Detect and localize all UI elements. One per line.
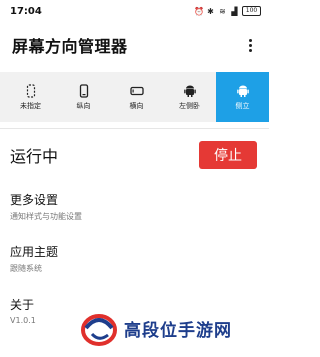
stop-button[interactable]: 停止 [199,141,257,169]
watermark-text: 高段位手游网 [124,320,232,341]
unspecified-icon [26,83,35,98]
mode-portrait[interactable]: 纵向 [57,76,110,118]
divider [0,128,269,129]
running-row: 运行中 停止 [0,138,269,172]
alarm-icon: ⏰ [194,6,204,16]
setting-title: 关于 [10,298,35,312]
setting-title: 应用主题 [10,245,59,259]
mode-left-side[interactable]: 左侧卧 [163,76,216,118]
android-left-icon [183,85,196,97]
setting-about[interactable]: 关于 V1.0.1 [10,296,36,325]
mode-upright-selected[interactable]: 侧立 [216,72,269,122]
setting-theme[interactable]: 应用主题 跟随系统 [10,243,58,274]
mode-label: 未指定 [20,101,41,110]
setting-subtitle: 通知样式与功能设置 [10,212,82,221]
more-dot [248,48,252,52]
bluetooth-icon: ✱ [207,6,214,16]
more-options-button[interactable] [245,36,255,54]
mode-label: 侧立 [235,101,250,110]
wifi-icon: ≋ [219,6,226,16]
watermark: 高段位手游网 [80,308,232,348]
status-time: 17:04 [10,5,42,17]
setting-subtitle: 跟随系统 [10,264,42,273]
setting-more[interactable]: 更多设置 通知样式与功能设置 [10,191,82,222]
landscape-icon [129,86,144,95]
mode-label: 横向 [129,101,144,110]
android-upright-icon [236,85,249,97]
mode-landscape[interactable]: 横向 [110,76,163,118]
app-bar: 屏幕方向管理器 [0,28,269,62]
mode-label: 纵向 [76,101,91,110]
watermark-logo-icon [81,314,117,346]
signal-icon: ▟ [231,6,238,16]
app-title: 屏幕方向管理器 [12,37,128,56]
status-bar: 17:04 ⏰ ✱ ≋ ▟ 100 [0,0,269,22]
setting-subtitle: V1.0.1 [10,316,36,325]
setting-title: 更多设置 [10,193,59,207]
mode-unspecified[interactable]: 未指定 [4,76,57,118]
status-icons: ⏰ ✱ ≋ ▟ 100 [194,6,261,16]
battery-icon: 100 [242,6,261,16]
portrait-icon [79,83,88,98]
more-dot [248,43,252,47]
mode-label: 左侧卧 [179,101,200,110]
battery-level: 100 [245,7,258,14]
more-dot [248,38,252,42]
running-status: 运行中 [10,147,59,166]
orientation-mode-selector: 未指定 纵向 横向 左侧卧 侧立 [0,72,269,122]
